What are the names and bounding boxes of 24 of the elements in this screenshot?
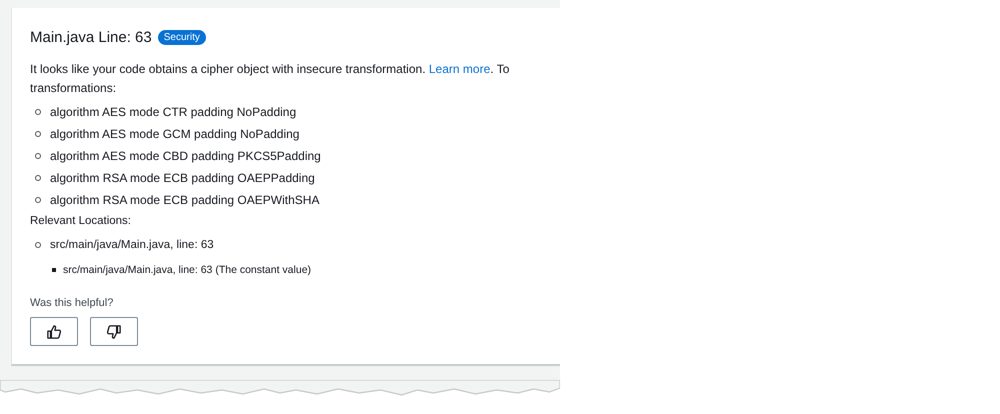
bullet-icon bbox=[35, 175, 41, 181]
security-badge: Security bbox=[158, 30, 206, 45]
thumbs-up-button[interactable] bbox=[30, 317, 78, 346]
finding-title: Main.java Line: 63 bbox=[30, 29, 152, 46]
transformation-text: algorithm AES mode CBD padding PKCS5Padding bbox=[50, 149, 321, 163]
thumbs-down-button[interactable] bbox=[90, 317, 138, 346]
transformation-text: algorithm AES mode CTR padding NoPadding bbox=[50, 105, 296, 119]
transformation-text: algorithm AES mode GCM padding NoPadding bbox=[50, 127, 300, 141]
locations-label: Relevant Locations: bbox=[30, 214, 132, 229]
bullet-icon bbox=[35, 153, 41, 159]
learn-more-link[interactable]: Learn more bbox=[428, 62, 490, 76]
transformation-text: algorithm RSA mode ECB padding OAEPWithSHA bbox=[50, 193, 320, 207]
thumbs-up-icon bbox=[47, 324, 61, 338]
thumbs-down-icon bbox=[107, 324, 121, 338]
feedback-question: Was this helpful? bbox=[30, 297, 114, 309]
bullet-icon bbox=[35, 197, 41, 203]
bullet-icon bbox=[35, 109, 41, 115]
location-text: src/main/java/Main.java, line: 63 (The constant value) bbox=[63, 264, 312, 276]
location-text: src/main/java/Main.java, line: 63 bbox=[50, 239, 214, 251]
bullet-icon bbox=[35, 131, 41, 137]
description-text: It looks like your code obtains a cipher object with insecure transformation. Learn more. To transformations: bbox=[30, 61, 510, 97]
transformation-text: algorithm RSA mode ECB padding OAEPPadding bbox=[50, 171, 315, 185]
bullet-icon bbox=[35, 242, 41, 248]
bullet-icon bbox=[52, 268, 56, 272]
